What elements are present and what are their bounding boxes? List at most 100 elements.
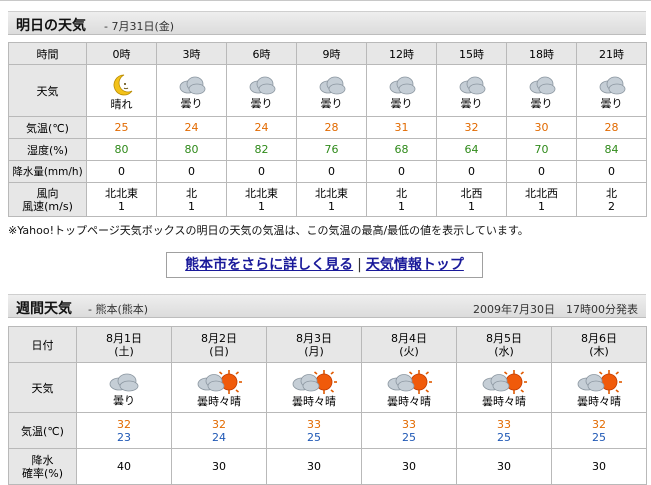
humidity-cell: 80	[156, 138, 227, 161]
weather-label: 天気	[8, 64, 87, 117]
wind-speed-label: 風速(m/s)	[22, 199, 73, 213]
city-detail-link[interactable]: 熊本市をさらに詳しく見る	[185, 257, 353, 273]
precipitation-cell: 0	[226, 160, 297, 183]
date-label: 日付	[8, 326, 77, 363]
high-temperature: 33	[307, 417, 321, 431]
temperature-cell: 24	[156, 116, 227, 139]
tomorrow-title: 明日の天気	[16, 18, 86, 34]
precipitation-chance-cell: 30	[551, 448, 647, 485]
precipitation-cell: 0	[86, 160, 157, 183]
tomorrow-header: 明日の天気 - 7月31日(金)	[8, 11, 646, 35]
link-box: 熊本市をさらに詳しく見る | 天気情報トップ	[166, 252, 483, 278]
weekly-weather-cell: 曇時々晴	[171, 362, 267, 413]
weekly-weather-cell: 曇時々晴	[361, 362, 457, 413]
precipitation-chance-cell: 30	[456, 448, 552, 485]
temperature-cell: 31	[366, 116, 437, 139]
weather-text: 曇り	[600, 96, 623, 110]
wind-cell: 北北東 1	[296, 182, 367, 217]
day-date: 8月4日	[391, 331, 427, 345]
date-row: 日付 8月1日 (土) 8月2日 (日) 8月3日 (月) 8月4日 (火) 8月5日(…	[8, 326, 647, 363]
cloud-sun-icon	[197, 369, 242, 394]
low-temperature: 25	[307, 430, 321, 444]
wind-speed: 1	[258, 199, 265, 213]
weather-text: 曇時々晴	[482, 394, 526, 408]
humidity-cell: 80	[86, 138, 157, 161]
weekly-published: 2009年7月30日 17時00分発表	[473, 303, 638, 316]
cloud-sun-icon	[387, 369, 432, 394]
wind-speed: 1	[188, 199, 195, 213]
temperature-cell: 30	[506, 116, 577, 139]
precip-label-line1: 降水	[31, 453, 54, 467]
weather-text: 曇時々晴	[197, 394, 241, 408]
wind-cell: 北1	[156, 182, 227, 217]
wind-direction: 北	[396, 186, 407, 200]
wind-cell: 北1	[366, 182, 437, 217]
day-of-week: (月)	[304, 344, 324, 358]
precipitation-chance-cell: 30	[266, 448, 362, 485]
weather-cell: 曇り	[156, 64, 227, 117]
weekly-temperature-label: 気温(℃)	[8, 412, 77, 449]
weekly-weather-table: 日付 8月1日 (土) 8月2日 (日) 8月3日 (月) 8月4日 (火) 8月5日(…	[8, 326, 647, 485]
weekly-weather-cell: 曇時々晴	[456, 362, 552, 413]
humidity-cell: 82	[226, 138, 297, 161]
weather-top-link[interactable]: 天気情報トップ	[366, 257, 464, 273]
day-of-week: (木)	[589, 344, 609, 358]
humidity-row: 湿度(%) 80 80 82 76 68 64 70 84	[8, 138, 647, 161]
wind-direction: 北	[606, 186, 617, 200]
time-row: 時間 0時 3時 6時 9時 12時 15時 18時 21時	[8, 42, 647, 65]
precipitation-label: 降水量(mm/h)	[8, 160, 87, 183]
wind-speed: 1	[468, 199, 475, 213]
weather-text: 曇り	[113, 393, 135, 407]
weather-text: 曇り	[460, 96, 483, 110]
humidity-cell: 68	[366, 138, 437, 161]
weekly-weather-cell: 曇時々晴	[266, 362, 362, 413]
weather-text: 曇り	[530, 96, 553, 110]
weather-text: 曇時々晴	[292, 394, 336, 408]
wind-direction: 北	[186, 186, 197, 200]
temperature-cell: 32	[436, 116, 507, 139]
wind-direction: 北北西	[525, 186, 558, 200]
weekly-temperature-cell: 32 24	[171, 412, 267, 449]
cloud-sun-icon	[482, 369, 527, 394]
day-date: 8月6日	[581, 331, 617, 345]
high-temperature: 33	[497, 417, 511, 431]
weather-cell: 曇り	[226, 64, 297, 117]
wind-direction-label: 風向	[36, 186, 59, 200]
wind-cell: 北北東 1	[226, 182, 297, 217]
humidity-cell: 70	[506, 138, 577, 161]
wind-speed: 1	[538, 199, 545, 213]
day-date: 8月3日	[296, 331, 332, 345]
weekly-weather-label: 天気	[8, 362, 77, 413]
weekly-precipitation-row: 降水 確率(%) 40 30 30 30 30 30	[8, 448, 647, 485]
cloud-icon	[179, 76, 205, 94]
temperature-cell: 28	[576, 116, 647, 139]
weather-cell: 晴れ	[86, 64, 157, 117]
top-divider	[0, 0, 651, 4]
date-cell: 8月4日 (火)	[361, 326, 457, 363]
time-cell: 12時	[366, 42, 437, 65]
wind-direction: 北北東	[315, 186, 348, 200]
time-label: 時間	[8, 42, 87, 65]
date-cell: 8月2日 (日)	[171, 326, 267, 363]
date-cell: 8月5日 (水)	[456, 326, 552, 363]
high-temperature: 32	[212, 417, 226, 431]
low-temperature: 25	[402, 430, 416, 444]
day-date: 8月1日	[106, 331, 142, 345]
wind-cell: 北北東 1	[86, 182, 157, 217]
wind-cell: 北北西 1	[506, 182, 577, 217]
day-date: 8月2日	[201, 331, 237, 345]
weather-text: 曇時々晴	[577, 394, 621, 408]
high-temperature: 33	[402, 417, 416, 431]
time-cell: 21時	[576, 42, 647, 65]
weather-cell: 曇り	[576, 64, 647, 117]
precipitation-chance-cell: 30	[171, 448, 267, 485]
weekly-weather-row: 天気 曇り 曇時々晴 曇時々晴 曇時々晴 曇時々晴 曇時々晴	[8, 362, 647, 413]
precipitation-cell: 0	[506, 160, 577, 183]
weather-cell: 曇り	[506, 64, 577, 117]
weekly-region: - 熊本(熊本)	[88, 303, 149, 316]
weekly-temperature-cell: 33 25	[361, 412, 457, 449]
weather-cell: 曇り	[366, 64, 437, 117]
cloud-icon	[319, 76, 345, 94]
precipitation-cell: 0	[156, 160, 227, 183]
wind-direction: 北北東	[245, 186, 278, 200]
